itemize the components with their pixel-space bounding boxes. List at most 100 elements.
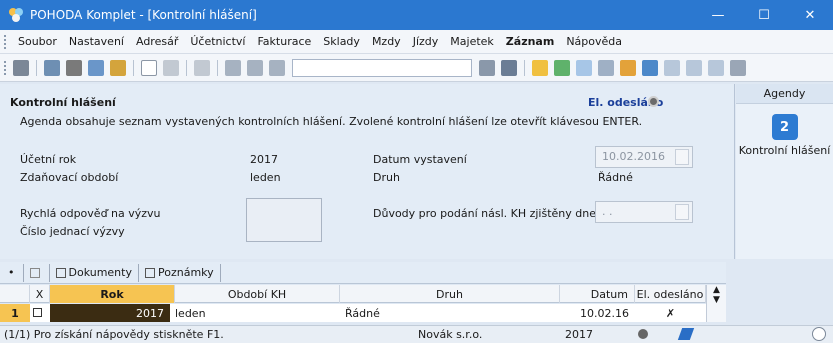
row-number: 1 <box>0 304 30 322</box>
main-panel: Kontrolní hlášení El. odesláno Agenda ob… <box>0 84 735 259</box>
minimize-button[interactable]: — <box>695 0 741 30</box>
save-icon[interactable] <box>225 59 241 76</box>
bullet-icon[interactable]: • <box>0 263 24 282</box>
cell-el-odeslano[interactable]: ✗ <box>635 304 706 322</box>
sidebar-header: Agendy <box>736 84 833 104</box>
search-icon[interactable] <box>44 59 60 76</box>
rychla-odpoved-label: Rychlá odpověď na výzvu <box>20 207 161 220</box>
maximize-button[interactable]: ☐ <box>741 0 787 30</box>
duvody-date-field[interactable]: . . <box>595 201 693 223</box>
note-icon <box>144 267 155 278</box>
cell-obdobi[interactable]: leden <box>175 304 340 322</box>
menu-jizdy[interactable]: Jízdy <box>407 35 445 48</box>
calendar-dropdown-icon[interactable] <box>675 149 689 165</box>
menu-zaznam[interactable]: Záznam <box>500 35 561 48</box>
sidebar-item-kontrolni-hlaseni[interactable]: Kontrolní hlášení <box>736 144 833 157</box>
toolbar <box>0 54 833 82</box>
gear-icon[interactable] <box>638 329 648 339</box>
page-title: Kontrolní hlášení <box>10 96 116 109</box>
grid-header: X Rok Období KH Druh Datum El. odesláno <box>0 285 726 303</box>
status-bar: (1/1) Pro získání nápovědy stiskněte F1.… <box>0 325 833 343</box>
kontrolni-hlaseni-icon[interactable]: 2 <box>771 114 798 140</box>
save-all-icon[interactable] <box>247 59 263 76</box>
column-header-druh[interactable]: Druh <box>340 285 560 303</box>
agenda-description: Agenda obsahuje seznam vystavených kontr… <box>20 115 643 128</box>
menu-grip[interactable] <box>4 34 8 49</box>
ucetni-rok-label: Účetní rok <box>20 153 77 166</box>
isdoc-icon[interactable] <box>642 59 658 76</box>
new-record-icon[interactable] <box>141 59 157 76</box>
toolbar-separator <box>186 59 187 76</box>
dropdown-arrow-icon[interactable] <box>479 59 495 76</box>
column-header-obdobi-kh[interactable]: Období KH <box>175 285 340 303</box>
link-icon[interactable] <box>554 59 570 76</box>
rychla-odpoved-field[interactable] <box>246 198 322 242</box>
toolbar-separator <box>217 59 218 76</box>
column-header-x[interactable]: X <box>30 285 50 303</box>
menu-adresar[interactable]: Adresář <box>130 35 184 48</box>
status-check-icon[interactable] <box>812 327 826 341</box>
card-icon[interactable] <box>664 59 680 76</box>
datum-vystaveni-field[interactable]: 10.02.2016 <box>595 146 693 168</box>
column-header-datum[interactable]: Datum <box>560 285 635 303</box>
quick-search-combo[interactable] <box>292 58 472 77</box>
menu-soubor[interactable]: Soubor <box>12 35 63 48</box>
company-name: Novák s.r.o. <box>418 328 483 341</box>
cell-datum[interactable]: 10.02.16 <box>560 304 635 322</box>
help-icon[interactable] <box>730 59 746 76</box>
table-icon[interactable] <box>576 59 592 76</box>
report-icon[interactable] <box>110 59 126 76</box>
duvody-label: Důvody pro podání násl. KH zjištěny dne <box>373 207 596 220</box>
obdobi-value: leden <box>250 171 281 184</box>
detail-tabs: • Dokumenty Poznámky <box>0 262 726 284</box>
table-view-icon[interactable] <box>24 263 50 282</box>
print-icon[interactable] <box>66 59 82 76</box>
status-year: 2017 <box>565 328 593 341</box>
grid-scrollbar[interactable]: ▲ ▼ <box>706 285 726 322</box>
window-title: POHODA Komplet - [Kontrolní hlášení] <box>30 8 257 22</box>
tab-poznamky[interactable]: Poznámky <box>139 263 221 282</box>
menu-majetek[interactable]: Majetek <box>444 35 500 48</box>
cell-druh[interactable]: Řádné <box>345 304 560 322</box>
tab-dokumenty[interactable]: Dokumenty <box>50 263 139 282</box>
calc-icon[interactable] <box>708 59 724 76</box>
filter-icon[interactable] <box>501 59 517 76</box>
toolbar-grip[interactable] <box>4 60 8 75</box>
folder-icon <box>55 267 66 278</box>
close-button[interactable]: ✕ <box>787 0 833 30</box>
window-icon[interactable] <box>686 59 702 76</box>
column-header-rok[interactable]: Rok <box>50 285 175 303</box>
menu-mzdy[interactable]: Mzdy <box>366 35 407 48</box>
column-header-el-odeslano[interactable]: El. odesláno <box>635 285 706 303</box>
menu-nastaveni[interactable]: Nastavení <box>63 35 130 48</box>
menu-fakturace[interactable]: Fakturace <box>251 35 317 48</box>
toolbar-separator <box>133 59 134 76</box>
pen-icon[interactable] <box>677 328 695 340</box>
calendar-dropdown-icon[interactable] <box>675 204 689 220</box>
document-icon[interactable] <box>598 59 614 76</box>
druh-value: Řádné <box>598 171 633 184</box>
datum-vystaveni-label: Datum vystavení <box>373 153 467 166</box>
obdobi-label: Zdaňovací období <box>20 171 119 184</box>
duvody-date-value: . . <box>602 205 613 218</box>
edit-icon[interactable] <box>163 59 179 76</box>
copy-icon[interactable] <box>269 59 285 76</box>
table-row[interactable]: 1 2017 leden Řádné 10.02.16 ✗ <box>0 304 726 322</box>
druh-label: Druh <box>373 171 400 184</box>
row-checkbox[interactable] <box>33 304 47 322</box>
menu-napoveda[interactable]: Nápověda <box>560 35 628 48</box>
print-preview-icon[interactable] <box>88 59 104 76</box>
folder-icon[interactable] <box>532 59 548 76</box>
row-number-header <box>0 285 30 303</box>
delete-icon[interactable] <box>194 59 210 76</box>
users-icon[interactable] <box>620 59 636 76</box>
toolbar-separator <box>524 59 525 76</box>
menu-sklady[interactable]: Sklady <box>317 35 366 48</box>
menu-ucetnictvi[interactable]: Účetnictví <box>184 35 251 48</box>
cell-rok[interactable]: 2017 <box>50 304 170 322</box>
scroll-down-icon[interactable]: ▼ <box>707 295 726 305</box>
agendy-sidebar: Agendy 2 Kontrolní hlášení <box>736 84 833 259</box>
agenda-icon[interactable] <box>13 59 29 76</box>
gear-icon[interactable] <box>648 96 659 107</box>
scroll-up-icon[interactable]: ▲ <box>707 285 726 295</box>
